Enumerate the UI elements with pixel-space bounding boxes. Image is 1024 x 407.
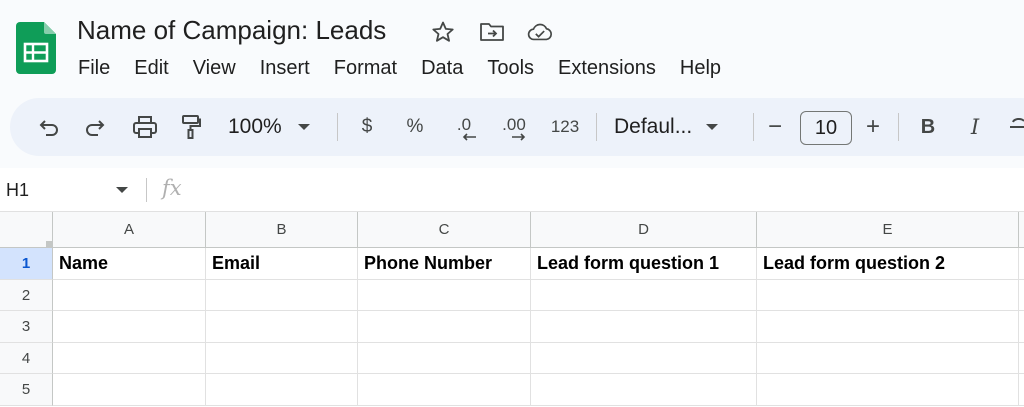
font-size-input[interactable]: 10: [800, 111, 852, 145]
chevron-down-icon[interactable]: [116, 187, 128, 193]
toolbar-divider: [596, 113, 597, 141]
cell-a4[interactable]: [53, 343, 206, 374]
italic-label: I: [970, 115, 980, 139]
cell-d4[interactable]: [531, 343, 757, 374]
cell-b5[interactable]: [206, 374, 358, 406]
row-header-2[interactable]: 2: [0, 280, 53, 311]
formula-bar: H1 fx: [0, 168, 1024, 212]
toolbar-divider: [898, 113, 899, 141]
menu-file[interactable]: File: [66, 54, 122, 82]
increase-decimal-button[interactable]: .00: [495, 98, 533, 156]
column-header-d[interactable]: D: [531, 212, 757, 248]
cell-f4[interactable]: [1019, 343, 1024, 374]
cell-c4[interactable]: [358, 343, 531, 374]
cell-a2[interactable]: [53, 280, 206, 311]
column-header-a[interactable]: A: [53, 212, 206, 248]
formula-input[interactable]: [200, 168, 1020, 212]
menu-format[interactable]: Format: [322, 54, 409, 82]
column-header-e[interactable]: E: [757, 212, 1019, 248]
cell-d2[interactable]: [531, 280, 757, 311]
function-icon: fx: [162, 176, 182, 200]
cell-f3[interactable]: [1019, 311, 1024, 343]
italic-button[interactable]: I: [963, 98, 987, 156]
app-header: Name of Campaign: Leads File Edit View I…: [0, 0, 1024, 92]
cell-a1[interactable]: Name: [53, 248, 206, 280]
print-icon[interactable]: [129, 98, 161, 156]
bold-button[interactable]: B: [916, 98, 940, 156]
cell-e4[interactable]: [757, 343, 1019, 374]
cell-c1[interactable]: Phone Number: [358, 248, 531, 280]
name-box[interactable]: H1: [6, 168, 29, 212]
chevron-down-icon: [706, 124, 719, 130]
column-header-b[interactable]: B: [206, 212, 358, 248]
move-to-folder-icon[interactable]: [479, 19, 505, 45]
more-formats-button[interactable]: 123: [546, 98, 584, 156]
select-all-corner[interactable]: [0, 212, 53, 248]
menu-help[interactable]: Help: [668, 54, 733, 82]
arrow-left-icon: [462, 133, 476, 141]
menu-insert[interactable]: Insert: [248, 54, 322, 82]
cell-f1[interactable]: [1019, 248, 1024, 280]
cell-f2[interactable]: [1019, 280, 1024, 311]
cell-f5[interactable]: [1019, 374, 1024, 406]
spreadsheet-grid: A B C D E 1 Name Email Phone Number Lead…: [0, 212, 1024, 407]
toolbar-area: 100% $ % .0 .00 123 Defaul... − 10 + B I: [0, 92, 1024, 168]
document-title[interactable]: Name of Campaign: Leads: [77, 13, 386, 47]
column-header-f[interactable]: [1019, 212, 1024, 248]
cell-e2[interactable]: [757, 280, 1019, 311]
cell-a3[interactable]: [53, 311, 206, 343]
toolbar-divider: [337, 113, 338, 141]
menu-tools[interactable]: Tools: [475, 54, 546, 82]
font-name: Defaul...: [614, 115, 693, 138]
zoom-select[interactable]: 100%: [228, 98, 322, 156]
cell-c3[interactable]: [358, 311, 531, 343]
star-icon[interactable]: [430, 19, 456, 45]
zoom-value: 100%: [228, 115, 282, 138]
cell-d1[interactable]: Lead form question 1: [531, 248, 757, 280]
chevron-down-icon: [297, 124, 310, 130]
increase-decimal-label: .00: [502, 115, 526, 134]
row-header-3[interactable]: 3: [0, 311, 53, 343]
cell-e5[interactable]: [757, 374, 1019, 406]
cell-b2[interactable]: [206, 280, 358, 311]
column-header-c[interactable]: C: [358, 212, 531, 248]
cloud-saved-icon[interactable]: [527, 19, 553, 45]
percent-format-button[interactable]: %: [400, 98, 430, 156]
toolbar: 100% $ % .0 .00 123 Defaul... − 10 + B I: [10, 98, 1024, 156]
font-select[interactable]: Defaul...: [614, 98, 738, 156]
menu-data[interactable]: Data: [409, 54, 475, 82]
strikethrough-icon[interactable]: [1008, 98, 1024, 156]
menu-bar: File Edit View Insert Format Data Tools …: [66, 54, 733, 82]
menu-extensions[interactable]: Extensions: [546, 54, 668, 82]
cell-d3[interactable]: [531, 311, 757, 343]
increase-font-size-button[interactable]: +: [862, 98, 884, 156]
cell-a5[interactable]: [53, 374, 206, 406]
cell-b4[interactable]: [206, 343, 358, 374]
menu-view[interactable]: View: [181, 54, 248, 82]
currency-format-button[interactable]: $: [354, 98, 380, 156]
cell-b3[interactable]: [206, 311, 358, 343]
redo-icon[interactable]: [80, 98, 110, 156]
decrease-font-size-button[interactable]: −: [764, 98, 786, 156]
toolbar-divider: [753, 113, 754, 141]
cell-e3[interactable]: [757, 311, 1019, 343]
bold-label: B: [920, 115, 936, 138]
decrease-decimal-button[interactable]: .0: [447, 98, 481, 156]
arrow-right-icon: [512, 133, 526, 141]
undo-icon[interactable]: [34, 98, 64, 156]
formula-divider: [146, 178, 147, 202]
sheets-logo-icon[interactable]: [16, 22, 56, 74]
row-header-4[interactable]: 4: [0, 343, 53, 374]
cell-d5[interactable]: [531, 374, 757, 406]
paint-format-icon[interactable]: [176, 98, 206, 156]
cell-c5[interactable]: [358, 374, 531, 406]
row-header-1[interactable]: 1: [0, 248, 53, 280]
menu-edit[interactable]: Edit: [122, 54, 180, 82]
cell-e1[interactable]: Lead form question 2: [757, 248, 1019, 280]
row-header-5[interactable]: 5: [0, 374, 53, 406]
cell-b1[interactable]: Email: [206, 248, 358, 280]
cell-c2[interactable]: [358, 280, 531, 311]
decrease-decimal-label: .0: [456, 115, 472, 134]
